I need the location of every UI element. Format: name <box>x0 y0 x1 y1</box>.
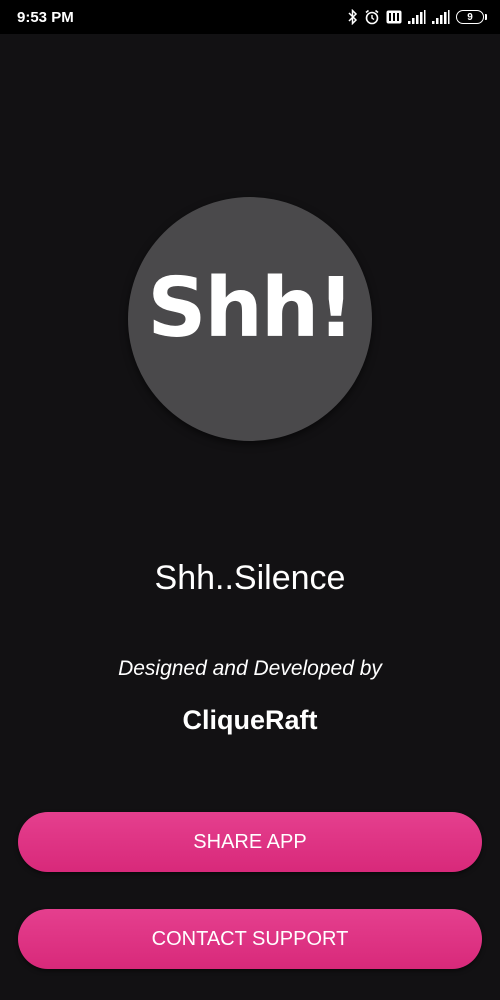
status-time: 9:53 PM <box>17 9 74 26</box>
developer-name: CliqueRaft <box>182 705 318 735</box>
signal-icon <box>432 10 450 24</box>
volte-icon <box>386 10 402 24</box>
bluetooth-icon <box>348 9 358 25</box>
app-logo: Shh! <box>128 197 372 441</box>
battery-tip <box>485 14 487 20</box>
battery-icon: 9 <box>456 10 487 24</box>
share-app-button[interactable]: SHARE APP <box>18 812 482 872</box>
app-name: Shh..Silence <box>154 559 346 597</box>
designed-by-label: Designed and Developed by <box>118 657 382 680</box>
status-bar: 9:53 PM 9 <box>0 0 500 34</box>
about-screen: 9:53 PM 9 Shh! Shh..Silence Designed and… <box>0 0 500 1000</box>
battery-level: 9 <box>467 11 473 23</box>
logo-circle: Shh! <box>128 197 372 441</box>
status-icons: 9 <box>348 8 487 26</box>
logo-text: Shh! <box>147 261 354 356</box>
contact-support-button[interactable]: CONTACT SUPPORT <box>18 909 482 969</box>
signal-icon <box>408 10 426 24</box>
alarm-icon <box>364 9 380 25</box>
